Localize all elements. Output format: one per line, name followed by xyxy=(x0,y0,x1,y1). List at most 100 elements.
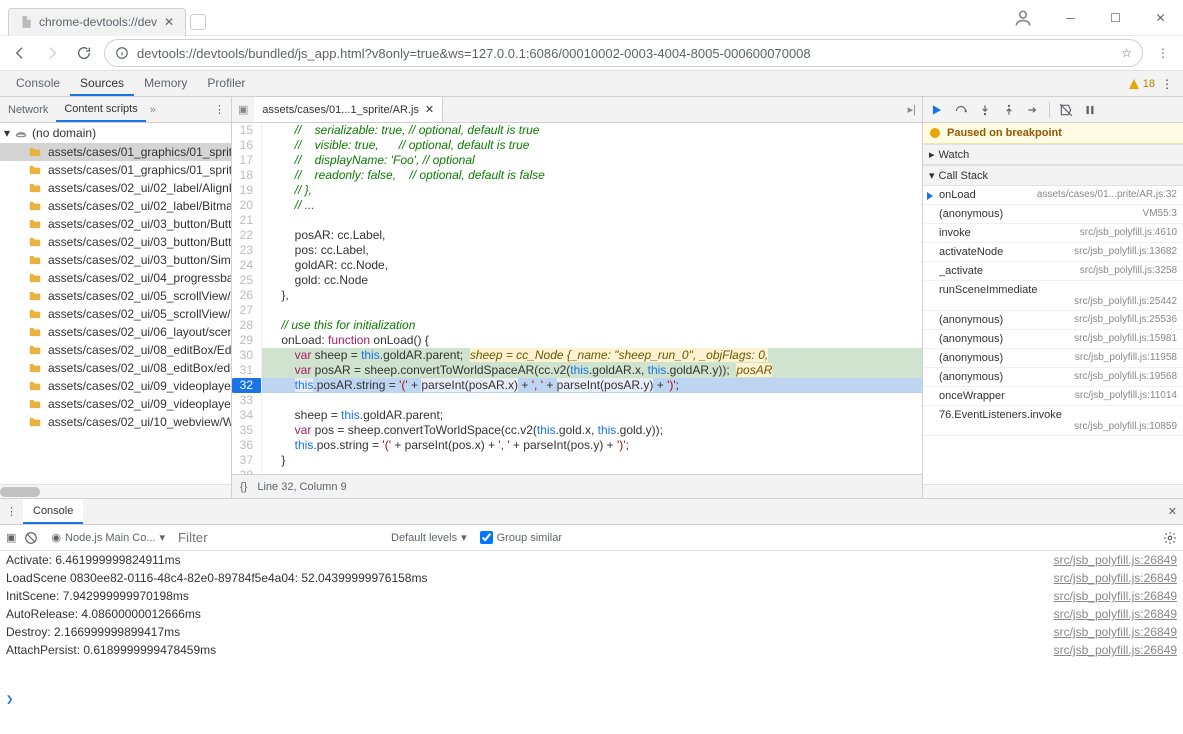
call-stack-list[interactable]: onLoadassets/cases/01...prite/AR.js:32(a… xyxy=(923,186,1183,484)
drawer-menu-icon[interactable]: ⋮ xyxy=(0,505,23,518)
forward-button[interactable] xyxy=(40,41,64,65)
tab-memory[interactable]: Memory xyxy=(134,71,197,96)
tree-item[interactable]: assets/cases/02_ui/09_videoplayer/Dummy.… xyxy=(0,377,231,395)
console-sidebar-toggle-icon[interactable]: ▣ xyxy=(6,531,16,544)
back-button[interactable] xyxy=(8,41,32,65)
chevron-right-icon: ▸ xyxy=(929,148,935,161)
callstack-section-header[interactable]: ▾ Call Stack xyxy=(923,165,1183,186)
tree-item[interactable]: assets/cases/01_graphics/01_sprite/Simpl… xyxy=(0,161,231,179)
tree-item-label: assets/cases/01_graphics/01_sprite/AR.js xyxy=(48,145,231,159)
browser-tab-title: chrome-devtools://dev xyxy=(39,15,157,29)
menu-button[interactable]: ⋮ xyxy=(1151,41,1175,65)
step-button[interactable] xyxy=(1023,100,1043,120)
navigator-menu-icon[interactable]: ⋮ xyxy=(208,103,231,116)
step-over-button[interactable] xyxy=(951,100,971,120)
console-output[interactable]: Activate: 6.461999999824911mssrc/jsb_pol… xyxy=(0,551,1183,690)
tab-console[interactable]: Console xyxy=(6,71,70,96)
devtools-tabs: Console Sources Memory Profiler 18 ⋮ xyxy=(0,71,1183,97)
tree-item[interactable]: assets/cases/02_ui/05_scrollView/ListVie… xyxy=(0,305,231,323)
address-bar[interactable]: devtools://devtools/bundled/js_app.html?… xyxy=(104,39,1143,67)
call-stack-item[interactable]: (anonymous)src/jsb_polyfill.js:15981 xyxy=(923,330,1183,349)
file-tree[interactable]: ▾ (no domain) assets/cases/01_graphics/0… xyxy=(0,123,231,484)
call-stack-item[interactable]: (anonymous)src/jsb_polyfill.js:25536 xyxy=(923,311,1183,330)
navigator-tab-content-scripts[interactable]: Content scripts xyxy=(56,97,145,122)
execution-context-select[interactable]: ◉ Node.js Main Co... ▾ xyxy=(46,530,170,545)
navigator-tab-network[interactable]: Network xyxy=(0,97,56,122)
console-settings-icon[interactable] xyxy=(1163,531,1177,545)
tree-item[interactable]: assets/cases/01_graphics/01_sprite/AR.js xyxy=(0,143,231,161)
close-button[interactable]: ✕ xyxy=(1138,0,1183,35)
tree-item[interactable]: assets/cases/02_ui/04_progressbar/Progre… xyxy=(0,269,231,287)
tree-item-label: assets/cases/02_ui/08_editBox/EditBox.js xyxy=(48,343,231,357)
editor-pane: ▣ assets/cases/01...1_sprite/AR.js ✕ ▸| … xyxy=(232,97,922,498)
file-overflow-icon[interactable]: ▸| xyxy=(902,103,922,116)
debugger-pane: Paused on breakpoint ▸ Watch ▾ Call Stac… xyxy=(922,97,1183,498)
call-stack-item[interactable]: (anonymous)VM55:3 xyxy=(923,205,1183,224)
tree-item[interactable]: assets/cases/02_ui/10_webview/WebviewCtr… xyxy=(0,413,231,431)
watch-section-header[interactable]: ▸ Watch xyxy=(923,144,1183,165)
call-stack-item[interactable]: _activatesrc/jsb_polyfill.js:3258 xyxy=(923,262,1183,281)
tree-item[interactable]: assets/cases/02_ui/03_button/ButtonTrans… xyxy=(0,233,231,251)
group-similar-checkbox[interactable]: Group similar xyxy=(480,531,562,544)
drawer-tab-console[interactable]: Console xyxy=(23,499,83,524)
call-stack-item[interactable]: 76.EventListeners.invokesrc/jsb_polyfill… xyxy=(923,406,1183,436)
bookmark-icon[interactable]: ☆ xyxy=(1121,46,1132,60)
tree-item[interactable]: assets/cases/02_ui/03_button/ButtonInter… xyxy=(0,215,231,233)
tree-item-label: assets/cases/02_ui/08_editBox/editboxEve… xyxy=(48,361,231,375)
call-stack-item[interactable]: onLoadassets/cases/01...prite/AR.js:32 xyxy=(923,186,1183,205)
call-stack-item[interactable]: runSceneImmediatesrc/jsb_polyfill.js:254… xyxy=(923,281,1183,311)
horizontal-scrollbar[interactable] xyxy=(923,484,1183,498)
file-nav-toggle-icon[interactable]: ▣ xyxy=(232,103,254,116)
tree-item[interactable]: assets/cases/02_ui/02_label/AlignFontLab… xyxy=(0,179,231,197)
navigator-pane: Network Content scripts » ⋮ ▾ (no domain… xyxy=(0,97,232,498)
tree-item[interactable]: assets/cases/02_ui/05_scrollView/Item.js xyxy=(0,287,231,305)
call-stack-item[interactable]: (anonymous)src/jsb_polyfill.js:19568 xyxy=(923,368,1183,387)
tree-item[interactable]: assets/cases/02_ui/02_label/BitmapFontLa… xyxy=(0,197,231,215)
tree-item-label: assets/cases/02_ui/03_button/ButtonTrans… xyxy=(48,235,231,249)
tree-item-label: assets/cases/02_ui/06_layout/scene.js xyxy=(48,325,231,339)
step-into-button[interactable] xyxy=(975,100,995,120)
tree-item-label: assets/cases/01_graphics/01_sprite/Simpl… xyxy=(48,163,231,177)
chevron-down-icon: ▾ xyxy=(4,126,10,140)
tree-root[interactable]: ▾ (no domain) xyxy=(0,123,231,143)
call-stack-item[interactable]: activateNodesrc/jsb_polyfill.js:13682 xyxy=(923,243,1183,262)
pause-on-exceptions-button[interactable] xyxy=(1080,100,1100,120)
warnings-badge[interactable]: 18 xyxy=(1128,78,1155,90)
tab-close-icon[interactable]: ✕ xyxy=(163,16,175,28)
console-filter-input[interactable] xyxy=(178,530,378,545)
tree-item[interactable]: assets/cases/02_ui/06_layout/scene.js xyxy=(0,323,231,341)
call-stack-item[interactable]: invokesrc/jsb_polyfill.js:4610 xyxy=(923,224,1183,243)
braces-icon[interactable]: {} xyxy=(240,481,247,493)
navigator-overflow-icon[interactable]: » xyxy=(146,104,160,116)
resume-button[interactable] xyxy=(927,100,947,120)
code-editor[interactable]: 15 // serializable: true, // optional, d… xyxy=(232,123,922,474)
tree-item-label: assets/cases/02_ui/04_progressbar/Progre… xyxy=(48,271,231,285)
minimize-button[interactable]: ─ xyxy=(1048,0,1093,35)
log-level-select[interactable]: Default levels ▾ xyxy=(386,530,472,545)
step-out-button[interactable] xyxy=(999,100,1019,120)
tree-item[interactable]: assets/cases/02_ui/08_editBox/editboxEve… xyxy=(0,359,231,377)
info-icon xyxy=(115,46,129,60)
file-tab[interactable]: assets/cases/01...1_sprite/AR.js ✕ xyxy=(254,97,443,122)
tab-profiler[interactable]: Profiler xyxy=(197,71,255,96)
call-stack-item[interactable]: onceWrappersrc/jsb_polyfill.js:11014 xyxy=(923,387,1183,406)
devtools-menu-icon[interactable]: ⋮ xyxy=(1161,77,1173,91)
file-tab-close-icon[interactable]: ✕ xyxy=(425,103,434,116)
clear-console-button[interactable] xyxy=(24,531,38,545)
user-avatar-icon[interactable] xyxy=(1013,8,1033,28)
deactivate-breakpoints-button[interactable] xyxy=(1056,100,1076,120)
console-entry: AttachPersist: 0.6189999999478459mssrc/j… xyxy=(6,641,1177,659)
tree-item[interactable]: assets/cases/02_ui/03_button/SimpleButto… xyxy=(0,251,231,269)
drawer-close-icon[interactable]: ✕ xyxy=(1162,505,1183,518)
tree-item-label: assets/cases/02_ui/03_button/ButtonInter… xyxy=(48,217,231,231)
tree-item[interactable]: assets/cases/02_ui/08_editBox/EditBox.js xyxy=(0,341,231,359)
browser-tab[interactable]: chrome-devtools://dev ✕ xyxy=(8,8,186,36)
debugger-toolbar xyxy=(923,97,1183,123)
reload-button[interactable] xyxy=(72,41,96,65)
horizontal-scrollbar[interactable] xyxy=(0,484,231,498)
console-prompt[interactable]: ❯ xyxy=(0,690,1183,708)
tab-sources[interactable]: Sources xyxy=(70,71,134,96)
tree-item[interactable]: assets/cases/02_ui/09_videoplayer/VideoP… xyxy=(0,395,231,413)
maximize-button[interactable]: ☐ xyxy=(1093,0,1138,35)
call-stack-item[interactable]: (anonymous)src/jsb_polyfill.js:11958 xyxy=(923,349,1183,368)
